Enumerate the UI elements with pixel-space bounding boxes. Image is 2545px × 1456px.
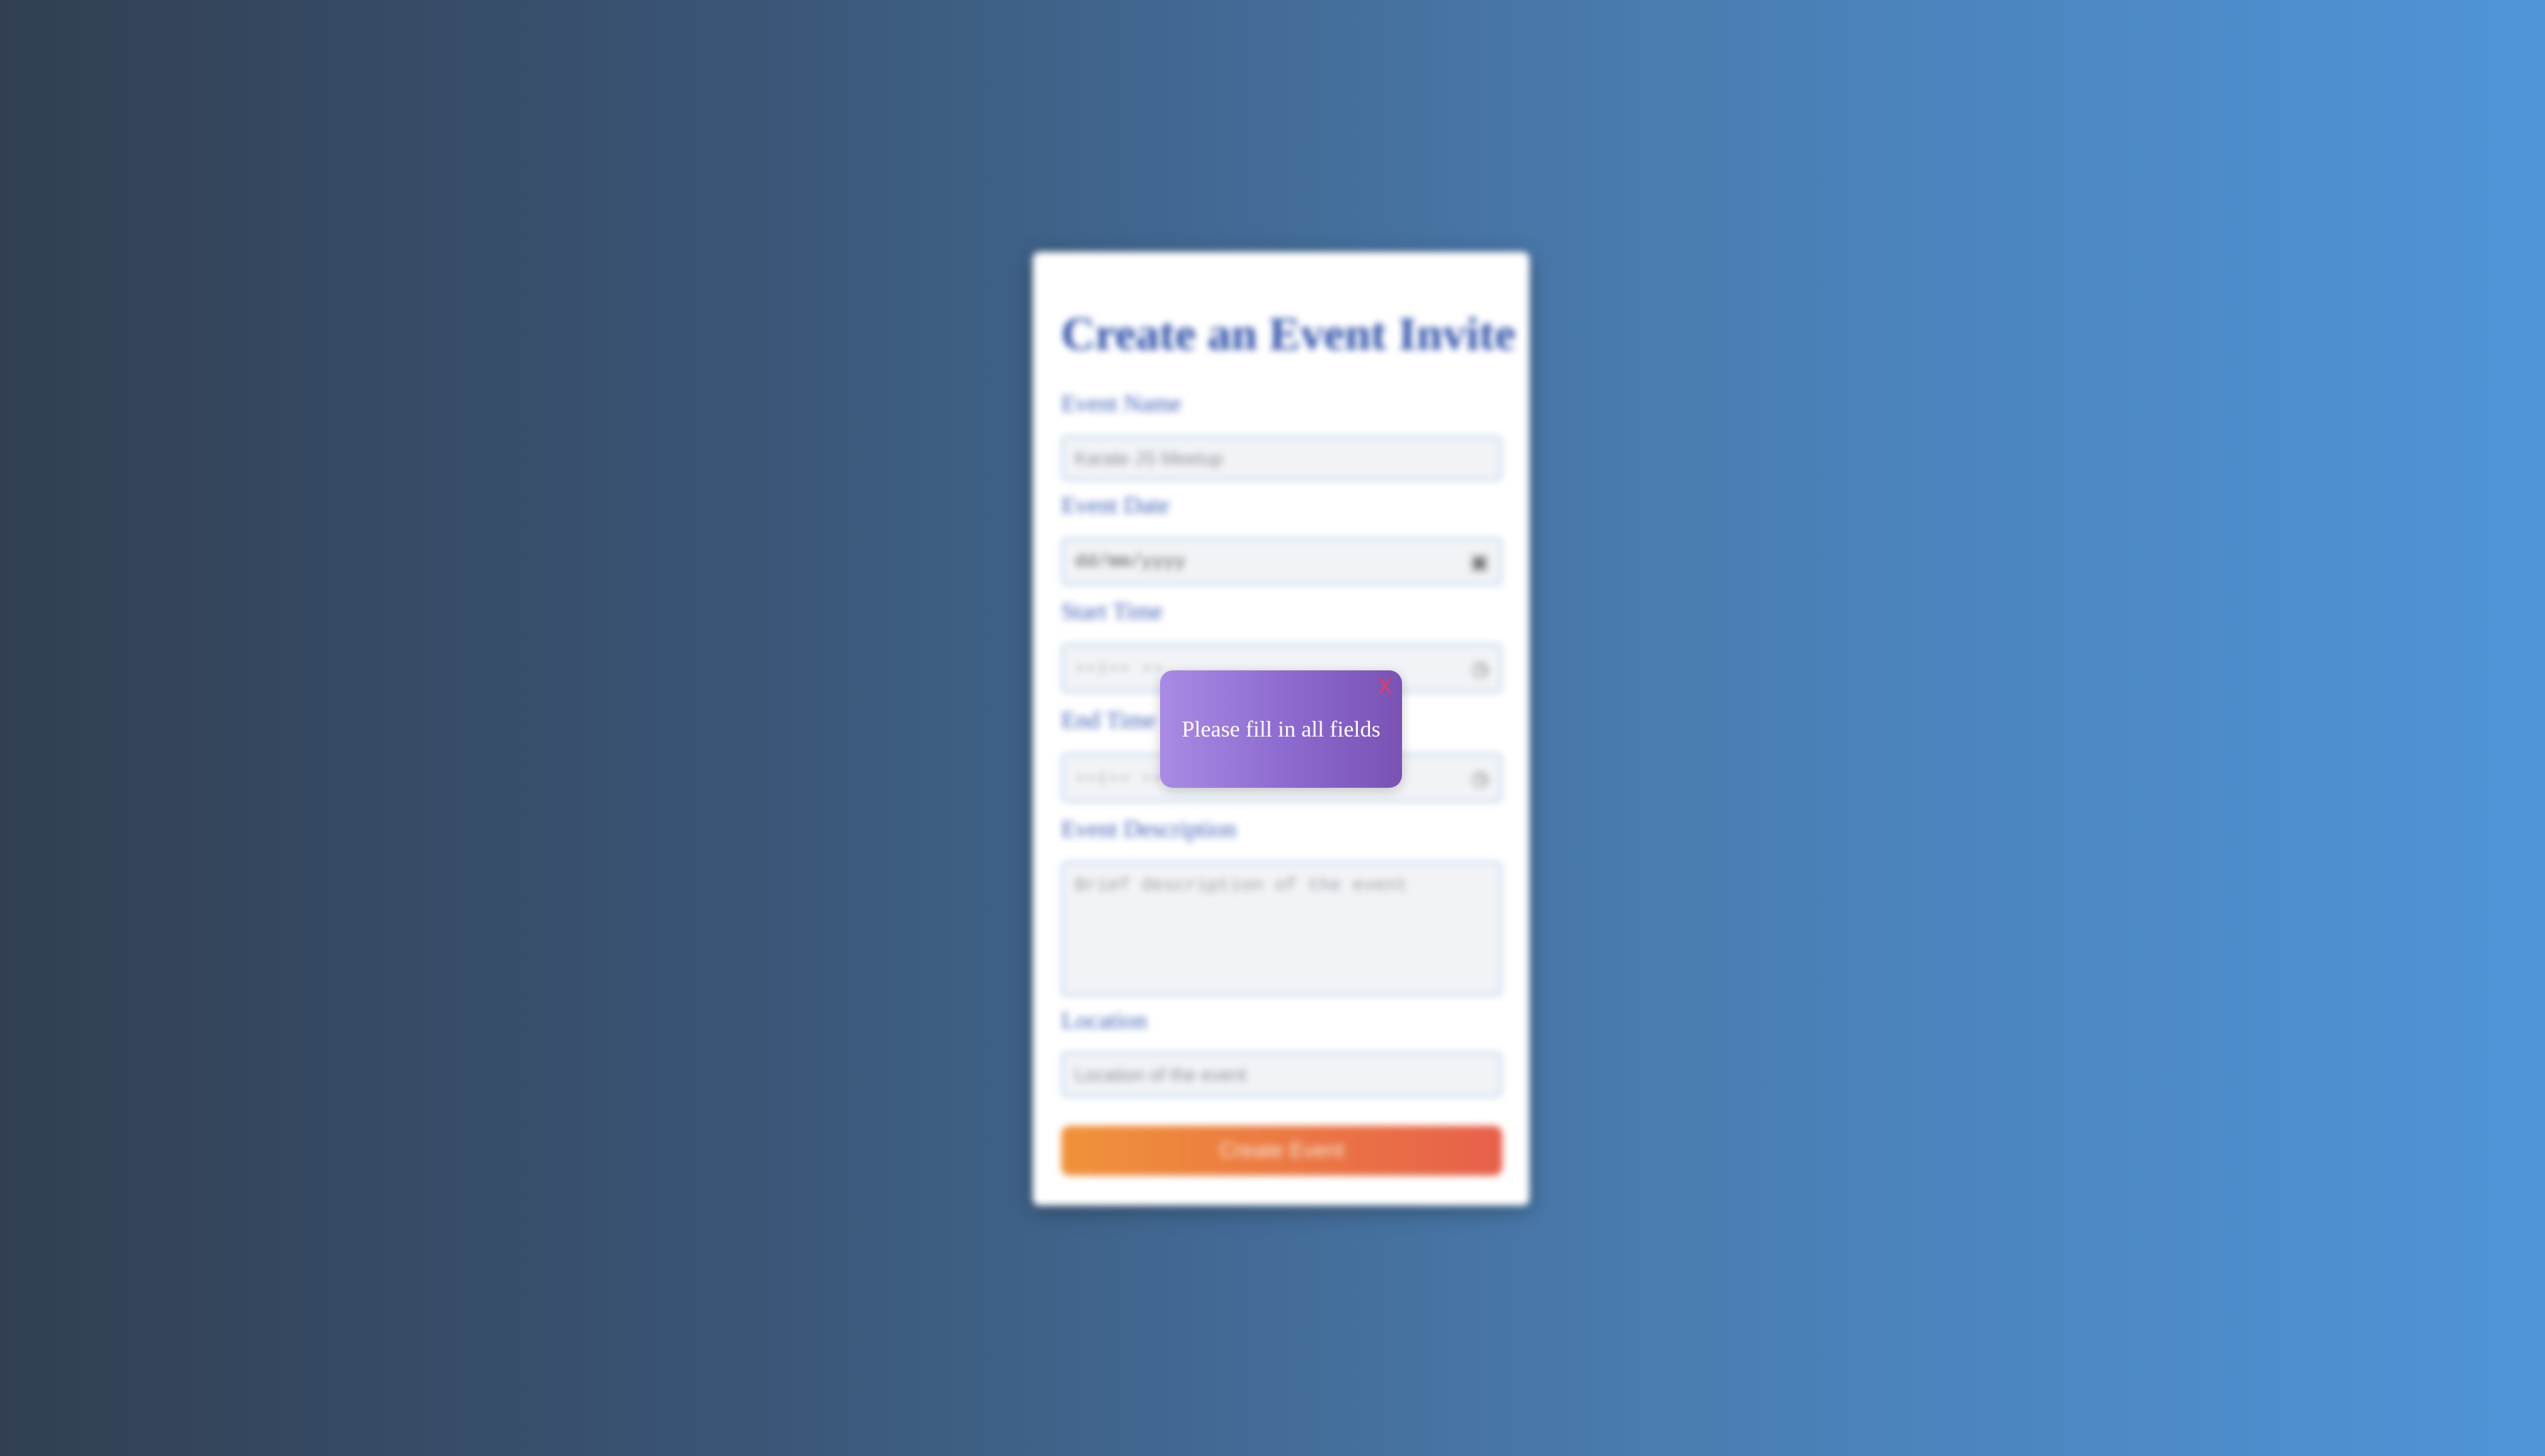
- event-name-placeholder: Karate JS Meetup: [1075, 447, 1223, 469]
- create-event-button[interactable]: Create Event: [1061, 1126, 1502, 1176]
- close-icon[interactable]: X: [1377, 675, 1392, 700]
- location-placeholder: Location of the event: [1075, 1063, 1247, 1085]
- end-time-value: --:-- --: [1075, 767, 1164, 788]
- location-input[interactable]: Location of the event: [1061, 1052, 1502, 1097]
- form-title: Create an Event Invite: [1061, 308, 1516, 360]
- event-date-value: dd/mm/yyyy: [1075, 551, 1186, 572]
- event-date-input[interactable]: dd/mm/yyyy ▣: [1061, 537, 1502, 586]
- event-description-label: Event Description: [1061, 816, 1237, 843]
- clock-icon[interactable]: ◷: [1472, 766, 1489, 790]
- event-description-textarea[interactable]: Brief description of the event: [1061, 861, 1502, 996]
- calendar-icon[interactable]: ▣: [1470, 550, 1489, 574]
- clock-icon[interactable]: ◷: [1472, 657, 1489, 680]
- start-time-value: --:-- --: [1075, 658, 1164, 679]
- validation-toast: Please fill in all fields X: [1160, 670, 1402, 788]
- event-date-label: Event Date: [1061, 492, 1169, 519]
- event-name-input[interactable]: Karate JS Meetup: [1061, 436, 1502, 481]
- end-time-label: End Time: [1061, 707, 1156, 734]
- location-label: Location: [1061, 1008, 1147, 1034]
- toast-message: Please fill in all fields: [1181, 716, 1381, 742]
- event-name-label: Event Name: [1061, 391, 1181, 417]
- start-time-label: Start Time: [1061, 598, 1163, 625]
- event-description-placeholder: Brief description of the event: [1075, 875, 1408, 896]
